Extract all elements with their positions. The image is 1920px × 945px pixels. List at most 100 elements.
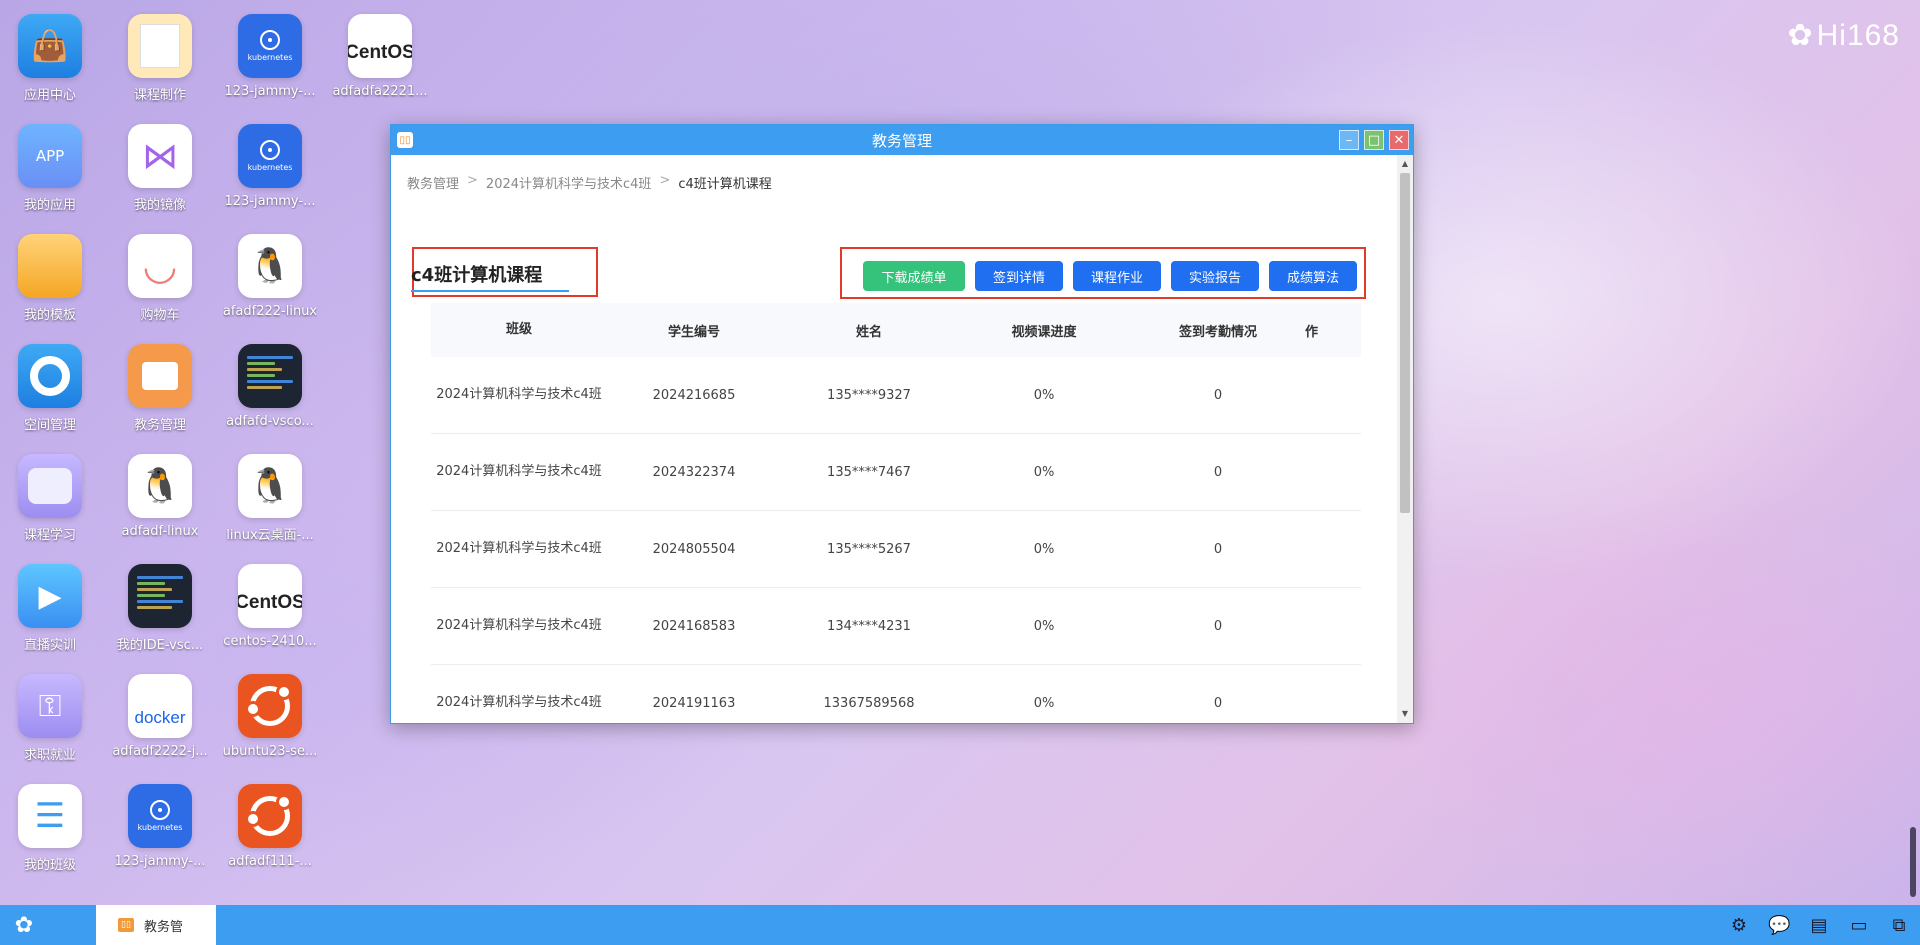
window-title: 教务管理 <box>871 131 932 150</box>
app-icon: APP <box>18 124 82 188</box>
column-header-video-progress: 视频课进度 <box>1011 324 1077 340</box>
cell-student-id: 2024805504 <box>652 541 736 557</box>
monitor-icon[interactable]: ▭ <box>1848 915 1870 936</box>
table-row[interactable]: 2024计算机科学与技术c4班 2024216685 135****9327 0… <box>431 357 1361 434</box>
book-open-icon <box>128 344 192 408</box>
desktop-icon-adfadf111[interactable]: adfadf111-... <box>220 784 320 884</box>
brand-logo-text: Hi168 <box>1816 18 1900 52</box>
breadcrumb-separator: > <box>467 173 478 188</box>
academic-management-window[interactable]: ▯▯ 教务管理 – □ ✕ 教务管理 > 2024计算机科学与技术c4班 > c… <box>390 124 1414 724</box>
bear-icon: ✿ <box>1787 18 1813 53</box>
cell-video-progress: 0% <box>1033 695 1055 711</box>
system-tray: ⚙ 💬 ▤ ▭ ⧉ <box>1728 905 1920 945</box>
desktop-icon-adfadfa2221[interactable]: CentOS adfadfa2221... <box>330 14 430 114</box>
cell-video-progress: 0% <box>1033 618 1055 634</box>
scrollbar-thumb[interactable] <box>1400 173 1410 513</box>
table-header: 班级 学生编号 姓名 视频课进度 签到考勤情况 作 <box>431 303 1361 357</box>
close-button[interactable]: ✕ <box>1389 130 1409 150</box>
visual-studio-icon: ⋈ <box>128 124 192 188</box>
cell-student-id: 2024322374 <box>652 464 736 480</box>
desktop-icon-linux-cloud-desktop[interactable]: 🐧 linux云桌面-... <box>220 454 320 554</box>
desktop-icon-docker[interactable]: docker adfadf2222-j... <box>110 674 210 774</box>
disk-icon <box>18 344 82 408</box>
desktop-icon-my-ide[interactable]: 我的IDE-vsc... <box>110 564 210 664</box>
scroll-down-icon[interactable]: ▼ <box>1397 707 1413 721</box>
minimize-button[interactable]: – <box>1339 130 1359 150</box>
table-row[interactable]: 2024计算机科学与技术c4班 2024805504 135****5267 0… <box>431 511 1361 588</box>
taskbar-item-academic-management[interactable]: ▯▯ 教务管 <box>96 905 216 945</box>
scroll-up-icon[interactable]: ▲ <box>1397 157 1413 171</box>
start-button[interactable]: ✿ <box>10 911 38 939</box>
desktop-icon-centos-2410[interactable]: CentOS centos-2410... <box>220 564 320 664</box>
desktop-icon-my-apps[interactable]: APP 我的应用 <box>0 124 100 224</box>
cell-attendance: 0 <box>1213 387 1223 403</box>
maximize-button[interactable]: □ <box>1364 130 1384 150</box>
ubuntu-icon <box>238 674 302 738</box>
desktop-icon-adfafd-vscode[interactable]: adfafd-vsco... <box>220 344 320 444</box>
course-title: c4班计算机课程 <box>411 261 569 292</box>
desktop-icon-jammy-2[interactable]: kubernetes 123-jammy-... <box>220 124 320 224</box>
kubernetes-icon: kubernetes <box>238 124 302 188</box>
desktop-icon-shopping-cart[interactable]: ◡ 购物车 <box>110 234 210 334</box>
window-titlebar[interactable]: ▯▯ 教务管理 – □ ✕ <box>391 125 1413 155</box>
breadcrumb-item-academic-management[interactable]: 教务管理 <box>407 173 459 192</box>
desktop-icon-ubuntu23[interactable]: ubuntu23-se... <box>220 674 320 774</box>
course-homework-button[interactable]: 课程作业 <box>1073 261 1161 291</box>
desktop-icon-my-class[interactable]: ☰ 我的班级 <box>0 784 100 884</box>
desktop-icon-live-training[interactable]: ▶ 直播实训 <box>0 564 100 664</box>
centos-icon: CentOS <box>348 14 412 78</box>
cell-attendance: 0 <box>1213 618 1223 634</box>
breadcrumb-item-course: c4班计算机课程 <box>678 177 772 192</box>
download-transcript-button[interactable]: 下载成绩单 <box>863 261 965 291</box>
cell-video-progress: 0% <box>1033 464 1055 480</box>
desktop-icon-course-creation[interactable]: 课程制作 <box>110 14 210 114</box>
desktop-icon-afadf222-linux[interactable]: 🐧 afadf222-linux <box>220 234 320 334</box>
cell-name: 13367589568 <box>823 695 915 711</box>
code-editor-icon <box>238 344 302 408</box>
cell-attendance: 0 <box>1213 464 1223 480</box>
table-row[interactable]: 2024计算机科学与技术c4班 2024168583 134****4231 0… <box>431 588 1361 665</box>
cell-video-progress: 0% <box>1033 541 1055 557</box>
desktop-icon-jammy-1[interactable]: kubernetes 123-jammy-... <box>220 14 320 114</box>
desktop-icon-space-management[interactable]: 空间管理 <box>0 344 100 444</box>
student-table: 班级 学生编号 姓名 视频课进度 签到考勤情况 作 2024计算机科学与技术c4… <box>431 303 1361 723</box>
centos-icon: CentOS <box>238 564 302 628</box>
table-row[interactable]: 2024计算机科学与技术c4班 2024191163 13367589568 0… <box>431 665 1361 723</box>
desktop-scroll-indicator[interactable] <box>1910 827 1916 897</box>
ubuntu-icon <box>238 784 302 848</box>
cell-attendance: 0 <box>1213 695 1223 711</box>
linux-tux-icon: 🐧 <box>128 454 192 518</box>
desktop-icon-app-center[interactable]: 👜 应用中心 <box>0 14 100 114</box>
cell-student-id: 2024216685 <box>652 387 736 403</box>
chat-icon[interactable]: ▤ <box>1808 915 1830 936</box>
table-row[interactable]: 2024计算机科学与技术c4班 2024322374 135****7467 0… <box>431 434 1361 511</box>
key-icon: ⚿ <box>18 674 82 738</box>
cell-attendance: 0 <box>1213 541 1223 557</box>
desktop-icon-my-templates[interactable]: 我的模板 <box>0 234 100 334</box>
linux-tux-icon: 🐧 <box>238 234 302 298</box>
desktop-icon-jammy-3[interactable]: kubernetes 123-jammy-... <box>110 784 210 884</box>
breadcrumb-item-class[interactable]: 2024计算机科学与技术c4班 <box>486 173 652 192</box>
lab-report-button[interactable]: 实验报告 <box>1171 261 1259 291</box>
taskbar-item-label: 教务管 <box>144 919 184 935</box>
desktop-icon-adfadf-linux[interactable]: 🐧 adfadf-linux <box>110 454 210 554</box>
window-scrollbar[interactable]: ▲ ▼ <box>1397 155 1413 723</box>
checkin-details-button[interactable]: 签到详情 <box>975 261 1063 291</box>
taskbar: ✿ ▯▯ 教务管 ⚙ 💬 ▤ ▭ ⧉ <box>0 905 1920 945</box>
column-header-name: 姓名 <box>855 324 882 340</box>
brand-logo: ✿ Hi168 <box>1787 18 1900 53</box>
cell-student-id: 2024191163 <box>652 695 736 711</box>
desktop-icon-academic-management[interactable]: 教务管理 <box>110 344 210 444</box>
list-icon: ☰ <box>18 784 82 848</box>
book-open-icon: ▯▯ <box>118 918 134 932</box>
window-icon <box>18 454 82 518</box>
column-header-truncated: 作 <box>1305 324 1319 340</box>
cast-icon[interactable]: ⧉ <box>1888 915 1910 936</box>
grading-algorithm-button[interactable]: 成绩算法 <box>1269 261 1357 291</box>
desktop-icon-my-images[interactable]: ⋈ 我的镜像 <box>110 124 210 224</box>
gear-icon[interactable]: ⚙ <box>1728 915 1750 936</box>
wechat-icon[interactable]: 💬 <box>1768 915 1790 936</box>
desktop-icon-course-learning[interactable]: 课程学习 <box>0 454 100 554</box>
cell-name: 135****9327 <box>827 387 911 403</box>
desktop-icon-job-search[interactable]: ⚿ 求职就业 <box>0 674 100 774</box>
